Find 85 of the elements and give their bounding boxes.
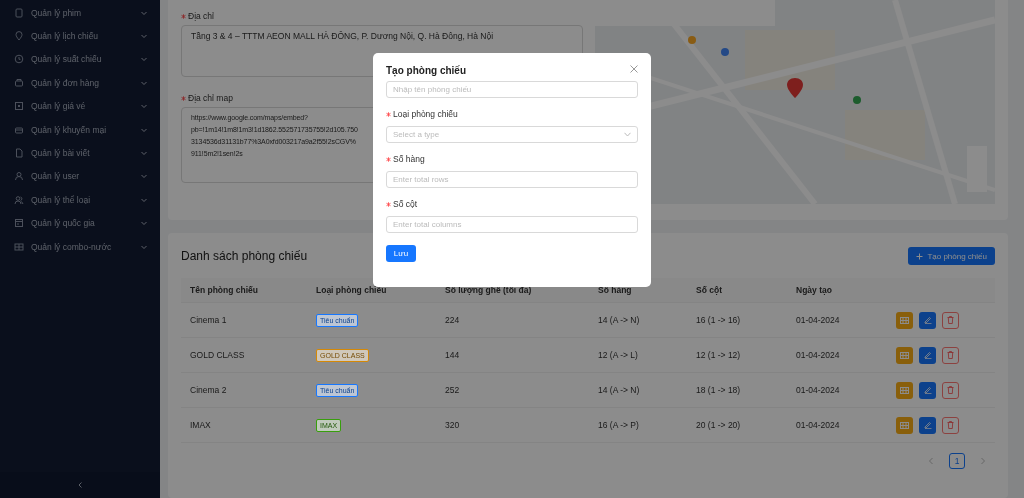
table-icon bbox=[14, 241, 24, 252]
page-button[interactable]: 1 bbox=[949, 453, 965, 469]
pencil-icon bbox=[923, 316, 932, 324]
delete-button[interactable] bbox=[942, 381, 959, 399]
user-icon bbox=[14, 171, 24, 182]
collapse-button[interactable] bbox=[76, 481, 84, 489]
seat-map-button[interactable] bbox=[896, 346, 913, 364]
table-cell: 14 (A -> N) bbox=[589, 372, 687, 408]
chevron-down-icon bbox=[140, 102, 148, 111]
pencil-icon bbox=[923, 421, 932, 429]
sidebar-item[interactable]: Quản lý suất chiếu bbox=[0, 47, 160, 72]
table-cell: 01-04-2024 bbox=[787, 337, 887, 373]
table-cell: 01-04-2024 bbox=[787, 407, 887, 443]
table-cell: 144 bbox=[436, 337, 589, 373]
table-cell: 14 (A -> N) bbox=[589, 302, 687, 338]
delete-button[interactable] bbox=[942, 416, 959, 434]
chevron-down-icon bbox=[140, 55, 148, 64]
users-icon bbox=[14, 194, 24, 205]
sidebar-item[interactable]: Quản lý phim bbox=[0, 1, 160, 25]
chevron-down-icon bbox=[624, 132, 631, 137]
table-cell: 18 (1 -> 18) bbox=[687, 372, 787, 408]
field-label: Loại phòng chiếu bbox=[393, 109, 458, 119]
delete-button[interactable] bbox=[942, 311, 959, 329]
trash-icon bbox=[947, 351, 954, 359]
sidebar-item[interactable]: Quản lý quốc gia bbox=[0, 211, 160, 235]
table-cell: Cinema 1 bbox=[181, 302, 307, 338]
table-cell: 16 (1 -> 16) bbox=[687, 302, 787, 338]
input-field[interactable]: Enter total rows bbox=[386, 171, 638, 188]
table-cell: 12 (1 -> 12) bbox=[687, 337, 787, 373]
location-pin-icon bbox=[14, 31, 24, 42]
edit-button[interactable] bbox=[919, 416, 936, 434]
document-icon bbox=[14, 148, 24, 159]
plus-icon bbox=[916, 252, 924, 260]
field-label: Địa chỉ bbox=[188, 11, 214, 21]
table-cell: 16 (A -> P) bbox=[589, 407, 687, 443]
edit-button[interactable] bbox=[919, 311, 936, 329]
chevron-down-icon bbox=[140, 149, 148, 158]
grid-icon bbox=[900, 351, 909, 359]
sidebar-item[interactable]: Quản lý đơn hàng bbox=[0, 71, 160, 95]
clock-icon bbox=[14, 54, 24, 65]
table-cell: GOLD CLASS bbox=[181, 337, 307, 373]
delete-button[interactable] bbox=[942, 346, 959, 364]
sidebar-item[interactable]: Quản lý giá vé bbox=[0, 94, 160, 118]
chevron-down-icon bbox=[140, 172, 148, 181]
field-label: Địa chỉ map bbox=[188, 93, 233, 103]
chevron-left-icon bbox=[76, 481, 84, 489]
seat-map-button[interactable] bbox=[896, 381, 913, 399]
table-cell: 01-04-2024 bbox=[787, 372, 887, 408]
grid-icon bbox=[900, 421, 909, 429]
grid-icon bbox=[900, 316, 909, 324]
section-title: Danh sách phòng chiếu bbox=[181, 249, 308, 263]
table-cell: 01-04-2024 bbox=[787, 302, 887, 338]
seat-map-button[interactable] bbox=[896, 416, 913, 434]
create-room-button[interactable]: Tạo phòng chiếu bbox=[908, 247, 995, 265]
table-cell: 320 bbox=[436, 407, 589, 443]
close-icon bbox=[630, 65, 638, 73]
pencil-icon bbox=[923, 386, 932, 394]
sidebar-item[interactable]: Quản lý user bbox=[0, 164, 160, 189]
sidebar-item[interactable]: Quản lý lịch chiếu bbox=[0, 24, 160, 48]
table-cell: 12 (A -> L) bbox=[589, 337, 687, 373]
table-cell: 224 bbox=[436, 302, 589, 338]
seat-map-button[interactable] bbox=[896, 311, 913, 329]
edit-button[interactable] bbox=[919, 346, 936, 364]
trash-icon bbox=[947, 316, 954, 324]
trash-icon bbox=[947, 421, 954, 429]
sidebar-item[interactable]: Quản lý thể loại bbox=[0, 188, 160, 212]
sidebar-item[interactable]: Quản lý khuyến mại bbox=[0, 117, 160, 142]
edit-button[interactable] bbox=[919, 381, 936, 399]
field-label: Số cột bbox=[393, 199, 418, 209]
table-cell: IMAX bbox=[181, 407, 307, 443]
pencil-icon bbox=[923, 351, 932, 359]
table-cell: 20 (1 -> 20) bbox=[687, 407, 787, 443]
table-cell: Cinema 2 bbox=[181, 372, 307, 408]
close-button[interactable] bbox=[630, 65, 638, 73]
chevron-down-icon bbox=[140, 219, 148, 228]
sidebar-item[interactable]: Quản lý combo-nước bbox=[0, 234, 160, 259]
chevron-down-icon bbox=[140, 32, 148, 41]
calendar-icon bbox=[14, 218, 24, 229]
modal-title: Tạo phòng chiếu bbox=[386, 65, 466, 76]
table-cell: 252 bbox=[436, 372, 589, 408]
grid-icon bbox=[900, 386, 909, 394]
field-label: Số hàng bbox=[393, 154, 425, 164]
trash-icon bbox=[947, 386, 954, 394]
sidebar-item[interactable]: Quản lý bài viết bbox=[0, 141, 160, 165]
save-button[interactable]: Lưu bbox=[386, 245, 416, 262]
